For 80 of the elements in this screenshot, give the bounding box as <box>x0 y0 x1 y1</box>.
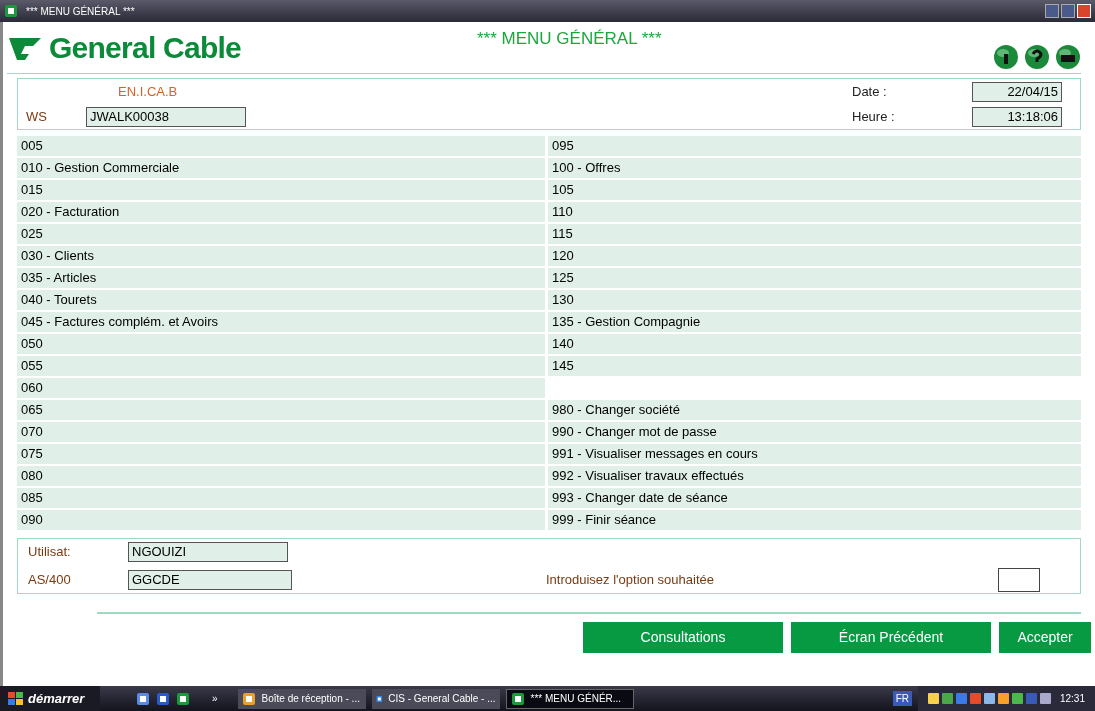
menu-option[interactable]: 015 <box>17 180 545 200</box>
menu-option[interactable]: 075 <box>17 444 545 464</box>
menu-option[interactable]: 993 - Changer date de séance <box>548 488 1081 508</box>
menu-option[interactable]: 055 <box>17 356 545 376</box>
taskbar-button[interactable]: CIS - General Cable - ... <box>371 688 500 709</box>
menu-option[interactable]: 065 <box>17 400 545 420</box>
menu-option[interactable]: 070 <box>17 422 545 442</box>
date-field[interactable]: 22/04/15 <box>972 81 1062 102</box>
menu-option[interactable]: 105 <box>548 180 1081 200</box>
menu-option[interactable]: 085 <box>17 488 545 508</box>
ws-label: WS <box>26 107 48 126</box>
menu-option[interactable]: 115 <box>548 224 1081 244</box>
system-field[interactable]: GGCDE <box>128 570 292 590</box>
window-title: *** MENU GÉNÉRAL *** <box>26 4 135 19</box>
info-icon[interactable] <box>993 43 1019 70</box>
menu-option[interactable]: 035 - Articles <box>17 268 545 288</box>
tray-icon[interactable] <box>1039 693 1051 704</box>
windows-logo-icon <box>8 691 24 706</box>
option-input[interactable] <box>998 568 1040 592</box>
language-indicator[interactable]: FR <box>892 691 912 706</box>
user-field[interactable]: NGOUIZI <box>128 542 288 562</box>
tray-icon[interactable] <box>1011 693 1023 704</box>
menu-option[interactable]: 145 <box>548 356 1081 376</box>
app-icon <box>136 691 150 706</box>
menu-option[interactable]: 135 - Gestion Compagnie <box>548 312 1081 332</box>
clock: 12:31 <box>1059 692 1085 706</box>
system-label: AS/400 <box>28 571 72 590</box>
time-field[interactable]: 13:18:06 <box>972 106 1062 127</box>
tray-icon[interactable] <box>983 693 995 704</box>
restore-button[interactable] <box>1061 4 1075 18</box>
menu-option[interactable]: 140 <box>548 334 1081 354</box>
menu-option[interactable]: 060 <box>17 378 545 398</box>
menu-option[interactable]: 040 - Tourets <box>17 290 545 310</box>
more-chevron[interactable]: » <box>212 691 218 706</box>
menu-option[interactable]: 050 <box>17 334 545 354</box>
time-label: Heure : <box>852 107 896 126</box>
menu-option[interactable]: 990 - Changer mot de passe <box>548 422 1081 442</box>
menu-option[interactable]: 991 - Visualiser messages en cours <box>548 444 1081 464</box>
taskbar-button[interactable]: *** MENU GÉNÉR... <box>505 688 634 709</box>
help-icon[interactable] <box>1024 43 1050 70</box>
page-title: *** MENU GÉNÉRAL *** <box>477 28 662 50</box>
tray-icon[interactable] <box>997 693 1009 704</box>
close-button[interactable] <box>1077 4 1091 18</box>
tray-icon[interactable] <box>941 693 953 704</box>
app-icon <box>510 691 525 706</box>
menu-option[interactable]: 992 - Visualiser travaux effectués <box>548 466 1081 486</box>
logo-text: General Cable <box>49 30 241 66</box>
app-icon <box>176 691 190 706</box>
action-button[interactable]: Consultations <box>583 622 783 653</box>
minimize-button[interactable] <box>1045 4 1059 18</box>
menu-option[interactable]: 100 - Offres <box>548 158 1081 178</box>
app-icon <box>4 4 18 18</box>
start-button[interactable]: démarrer <box>0 686 100 711</box>
menu-option[interactable]: 120 <box>548 246 1081 266</box>
user-label: Utilisat: <box>28 543 72 562</box>
ws-field[interactable]: JWALK00038 <box>86 106 246 127</box>
menu-option[interactable]: 080 <box>17 466 545 486</box>
menu-option[interactable]: 130 <box>548 290 1081 310</box>
option-label: Introduisez l'option souhaitée <box>546 571 715 590</box>
action-button[interactable]: Accepter <box>999 622 1091 653</box>
app-icon <box>156 691 170 706</box>
menu-option[interactable]: 045 - Factures complém. et Avoirs <box>17 312 545 332</box>
menu-option[interactable]: 005 <box>17 136 545 156</box>
app-icon <box>241 691 256 706</box>
menu-option[interactable]: 095 <box>548 136 1081 156</box>
menu-option[interactable]: 110 <box>548 202 1081 222</box>
action-button[interactable]: Écran Précédent <box>791 622 991 653</box>
menu-option[interactable]: 980 - Changer société <box>548 400 1081 420</box>
tray-icon[interactable] <box>927 693 939 704</box>
company-name: EN.I.CA.B <box>118 82 179 101</box>
taskbar-button[interactable]: Boîte de réception - ... <box>237 688 366 709</box>
print-icon[interactable] <box>1055 43 1081 70</box>
menu-option[interactable]: 090 <box>17 510 545 530</box>
date-label: Date : <box>852 82 888 101</box>
menu-option[interactable]: 010 - Gestion Commerciale <box>17 158 545 178</box>
menu-option[interactable]: 020 - Facturation <box>17 202 545 222</box>
menu-option[interactable]: 025 <box>17 224 545 244</box>
menu-option[interactable]: 030 - Clients <box>17 246 545 266</box>
menu-option[interactable]: 125 <box>548 268 1081 288</box>
menu-option[interactable]: 999 - Finir séance <box>548 510 1081 530</box>
